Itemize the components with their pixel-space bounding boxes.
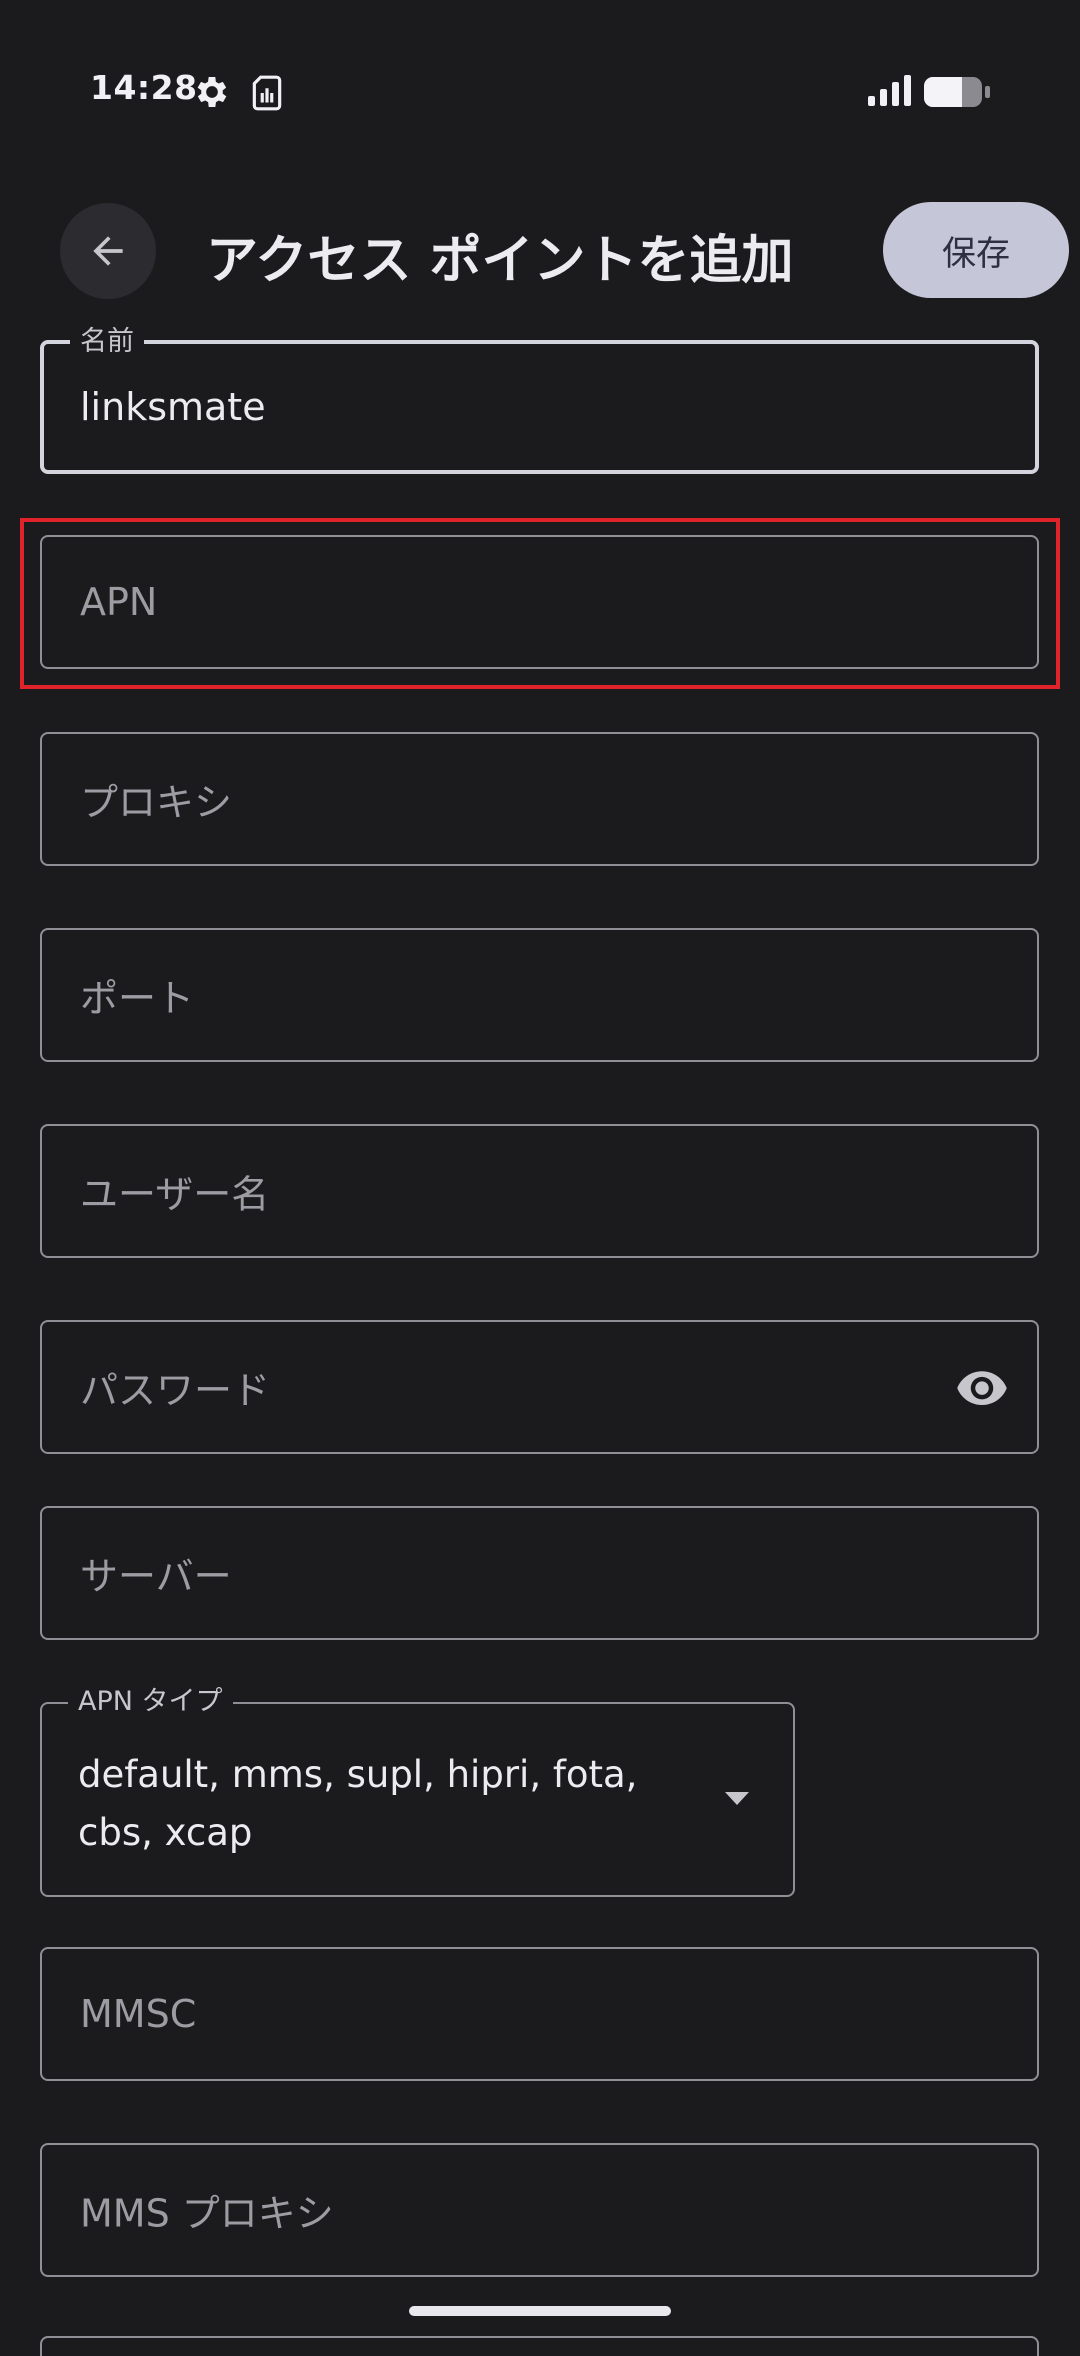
signal-icon — [868, 75, 911, 106]
name-field[interactable]: 名前 linksmate — [40, 324, 1039, 474]
apn-field[interactable]: APN — [40, 535, 1039, 669]
arrow-left-icon — [93, 236, 123, 266]
dropdown-arrow-icon[interactable] — [725, 1792, 749, 1805]
name-field-label: 名前 — [70, 324, 144, 360]
server-field-placeholder: サーバー — [80, 1554, 232, 1599]
password-field[interactable]: パスワード — [40, 1320, 1039, 1454]
page-title: アクセス ポイントを追加 — [206, 231, 794, 291]
eye-icon[interactable] — [955, 1360, 1009, 1414]
next-field-partial[interactable] — [40, 2336, 1039, 2356]
back-button[interactable] — [60, 203, 156, 299]
mms-proxy-field[interactable]: MMS プロキシ — [40, 2143, 1039, 2277]
name-field-value: linksmate — [80, 385, 266, 429]
username-field-placeholder: ユーザー名 — [80, 1172, 270, 1217]
port-field[interactable]: ポート — [40, 928, 1039, 1062]
battery-icon — [924, 77, 990, 107]
proxy-field-placeholder: プロキシ — [80, 780, 233, 825]
sim-card-icon — [252, 75, 282, 111]
gear-icon — [197, 77, 227, 107]
port-field-placeholder: ポート — [80, 976, 195, 1021]
apn-type-dropdown[interactable]: APN タイプ default, mms, supl, hipri, fota,… — [40, 1684, 795, 1897]
save-button[interactable]: 保存 — [883, 202, 1069, 298]
username-field[interactable]: ユーザー名 — [40, 1124, 1039, 1258]
status-time: 14:28 — [90, 68, 198, 107]
mmsc-field[interactable]: MMSC — [40, 1947, 1039, 2081]
apn-type-value: default, mms, supl, hipri, fota, cbs, xc… — [78, 1753, 638, 1854]
mmsc-field-placeholder: MMSC — [80, 1992, 197, 2036]
proxy-field[interactable]: プロキシ — [40, 732, 1039, 866]
status-bar: 14:28 — [0, 0, 1080, 184]
home-indicator[interactable] — [409, 2306, 671, 2316]
apn-type-label: APN タイプ — [68, 1684, 233, 1720]
password-field-placeholder: パスワード — [80, 1368, 271, 1413]
apn-field-placeholder: APN — [80, 580, 158, 624]
server-field[interactable]: サーバー — [40, 1506, 1039, 1640]
mms-proxy-field-placeholder: MMS プロキシ — [80, 2191, 334, 2236]
